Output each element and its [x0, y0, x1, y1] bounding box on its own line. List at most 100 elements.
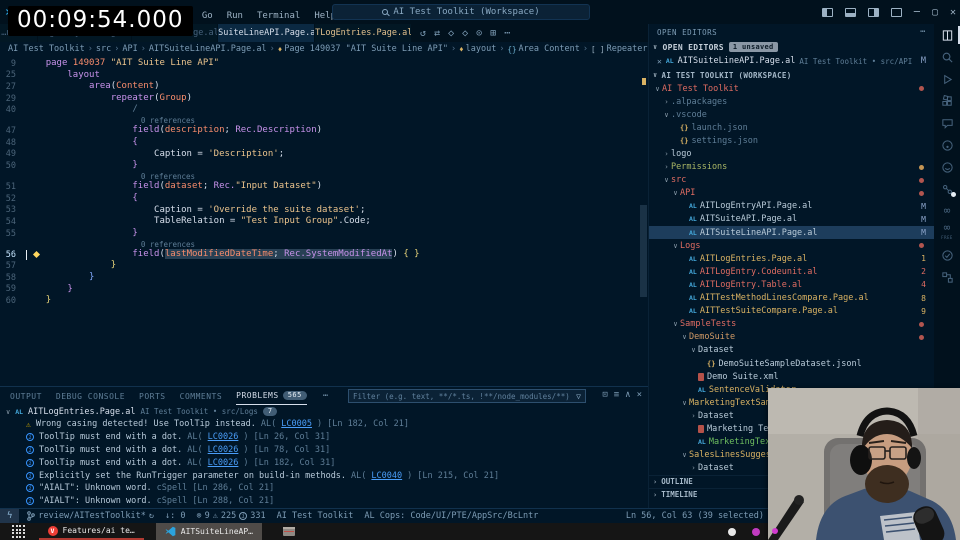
breadcrumb-item[interactable]: AI Test Toolkit [8, 44, 85, 54]
tree-item-aitlogentry-table-al[interactable]: AL AITLogEntry.Table.al 4 [649, 278, 934, 291]
tree-item-permissions[interactable]: › Permissions [649, 161, 934, 174]
codelens-label[interactable]: 0 references [141, 116, 195, 125]
breadcrumb-item[interactable]: Repeater Group [607, 44, 648, 54]
split-editor-icon[interactable]: ⊞ [490, 28, 496, 39]
toggle-secondary-sidebar-icon[interactable] [867, 7, 879, 17]
problem-code-link[interactable]: LC0040 [371, 471, 402, 481]
tray-icon-1[interactable] [728, 527, 736, 536]
open-editors-section[interactable]: ∨ OPEN EDITORS 1 unsaved [649, 40, 934, 54]
code-line-55[interactable]: 55 } [0, 228, 648, 240]
tree-item-demosuitesampledataset-jsonl[interactable]: {} DemoSuiteSampleDataset.jsonl [649, 357, 934, 370]
problem-row[interactable]: i ToolTip must end with a dot. AL(LC0026)[… [0, 431, 648, 444]
breadcrumb-item[interactable]: API [122, 44, 137, 54]
taskbar-window-vscode[interactable]: AITSuiteLineAP… [155, 523, 262, 540]
tree-item--alpackages[interactable]: › .alpackages [649, 95, 934, 108]
panel-tab-problems[interactable]: PROBLEMS 565 [236, 387, 307, 405]
menu-terminal[interactable]: Terminal [250, 11, 307, 21]
editor-scrollbar[interactable] [640, 205, 647, 297]
menu-run[interactable]: Run [220, 11, 250, 21]
tree-item--vscode[interactable]: ∨ .vscode [649, 108, 934, 121]
app-launcher-icon[interactable] [12, 525, 25, 538]
codelens-label[interactable]: 0 references [141, 240, 195, 249]
panel-tab-output[interactable]: OUTPUT [10, 392, 42, 401]
code-line-59[interactable]: 59 } [0, 284, 648, 296]
breadcrumb-item[interactable]: Page 149037 "AIT Suite Line API" [284, 44, 448, 54]
git-branch-status[interactable]: review/AITestToolkit* ↻ [27, 511, 154, 521]
code-line-51[interactable]: 51 field(dataset; Rec."Input Dataset") [0, 181, 648, 193]
panel-tab-ports[interactable]: PORTS [139, 392, 166, 401]
tree-item-aitlogentry-codeunit-al[interactable]: AL AITLogEntry.Codeunit.al 2 [649, 265, 934, 278]
tree-item-dataset[interactable]: ∨ Dataset [649, 344, 934, 357]
run-debug-icon[interactable] [934, 68, 960, 90]
tree-item-src[interactable]: ∨ src [649, 174, 934, 187]
panel-tab-comments[interactable]: COMMENTS [180, 392, 223, 401]
open-in-editor-icon[interactable]: ⊡ [602, 390, 607, 400]
account-icon[interactable] [934, 156, 960, 178]
tray-icon-2[interactable] [752, 527, 760, 536]
cursor-position-status[interactable]: Ln 56, Col 63 (39 selected) [626, 511, 764, 521]
tree-item-ai-test-toolkit[interactable]: ∨ AI Test Toolkit [649, 82, 934, 95]
tab-aitsuitelineapi-page-al[interactable]: AITSuiteLineAPI.Page.alM [218, 24, 315, 42]
panel-more-icon[interactable]: ⋯ [323, 391, 328, 401]
code-line-47[interactable]: 47 field(description; Rec.Description) [0, 125, 648, 137]
problem-row[interactable]: i ToolTip must end with a dot. AL(LC0026)[… [0, 456, 648, 469]
problem-row[interactable]: i ToolTip must end with a dot. AL(LC0026)[… [0, 444, 648, 457]
collapse-panel-icon[interactable]: ∧ [625, 390, 630, 400]
taskbar-window-files[interactable] [274, 523, 304, 540]
tree-item-api[interactable]: ∨ API [649, 187, 934, 200]
tree-item-aitsuiteapi-page-al[interactable]: AL AITSuiteAPI.Page.al M [649, 213, 934, 226]
code-line-40[interactable]: 40 / [0, 104, 648, 116]
live-share-icon[interactable] [934, 178, 960, 200]
filter-input[interactable] [349, 391, 577, 401]
code-line-52[interactable]: 52 { [0, 193, 648, 205]
comments-icon[interactable] [934, 112, 960, 134]
code-line-48[interactable]: 48 { [0, 137, 648, 149]
more-actions-icon[interactable]: ⋯ [504, 28, 510, 39]
prev-change-icon[interactable]: ◇ [448, 28, 454, 39]
open-editor-item[interactable]: ✕ AL AITSuiteLineAPI.Page.al AI Test Too… [649, 54, 934, 68]
infinity-free-icon[interactable]: ∞ FREE [934, 222, 960, 244]
problem-row[interactable]: i "AIALT": Unknown word. cSpell [Ln 286, Co… [0, 482, 648, 495]
code-line-53[interactable]: 53 Caption = 'Override the suite dataset… [0, 205, 648, 217]
code-line-49[interactable]: 49 Caption = 'Description'; [0, 149, 648, 161]
taskbar-window-vivaldi[interactable]: V Features/ai te… [38, 523, 144, 540]
compare-icon[interactable]: ⇄ [434, 28, 440, 39]
code-line-50[interactable]: 50 } [0, 160, 648, 172]
panel-tab-debug-console[interactable]: DEBUG CONSOLE [56, 392, 125, 401]
code-line-29[interactable]: 29 repeater(Group) [0, 93, 648, 105]
search-icon[interactable] [934, 46, 960, 68]
tree-item-aittestmethodlinescompare-page-al[interactable]: AL AITTestMethodLinesCompare.Page.al 8 [649, 292, 934, 305]
tree-item-sampletests[interactable]: ∨ SampleTests [649, 318, 934, 331]
tree-item-launch-json[interactable]: {} launch.json [649, 121, 934, 134]
workspace-section-header[interactable]: ∨ AI TEST TOOLKIT (WORKSPACE) [649, 68, 934, 82]
code-line-27[interactable]: 27 area(Content) [0, 81, 648, 93]
remote-indicator[interactable]: ϟ [0, 508, 20, 524]
codelens-label[interactable]: 0 references [141, 172, 195, 181]
extensions-icon[interactable] [934, 90, 960, 112]
code-line-54[interactable]: 54 TableRelation = "Test Input Group".Co… [0, 216, 648, 228]
menu-go[interactable]: Go [195, 11, 220, 21]
view-as-table-icon[interactable]: ≡ [614, 390, 619, 400]
breadcrumb-item[interactable]: AITSuiteLineAPI.Page.al [149, 44, 267, 54]
tree-item-logs[interactable]: ∨ Logs [649, 239, 934, 252]
code-line-58[interactable]: 58 } [0, 272, 648, 284]
problems-file-group[interactable]: ∨ AL AITLogEntries.Page.al AI Test Toolkit … [0, 405, 648, 418]
problem-code-link[interactable]: LC0026 [208, 432, 239, 442]
problem-code-link[interactable]: LC0005 [281, 419, 312, 429]
github-icon[interactable] [934, 134, 960, 156]
maximize-icon[interactable]: ▢ [932, 7, 938, 18]
toggle-panel-icon[interactable] [844, 7, 856, 17]
infinity-icon[interactable]: ∞ [934, 200, 960, 222]
al-cops-status[interactable]: AL Cops: Code/UI/PTE/AppSrc/BcLntr [364, 511, 538, 521]
tree-item-aitsuitelineapi-page-al[interactable]: AL AITSuiteLineAPI.Page.al M [649, 226, 934, 240]
tree-item-demo-suite-xml[interactable]: Demo Suite.xml [649, 370, 934, 383]
problem-row[interactable]: i Explicitly set the RunTrigger parameter… [0, 469, 648, 482]
code-line-9[interactable]: 9 page 149037 "AIT Suite Line API" [0, 58, 648, 70]
toggle-sidebar-icon[interactable] [821, 7, 833, 17]
run-icon[interactable]: ⊙ [476, 28, 482, 39]
checklist-icon[interactable] [934, 244, 960, 266]
symbols-icon[interactable] [934, 266, 960, 288]
breadcrumb-item[interactable]: layout [466, 44, 497, 54]
tree-item-logo[interactable]: › logo [649, 147, 934, 160]
tab-aitlogentries-page-al[interactable]: AITLogEntries.Page.al1 [315, 24, 412, 42]
